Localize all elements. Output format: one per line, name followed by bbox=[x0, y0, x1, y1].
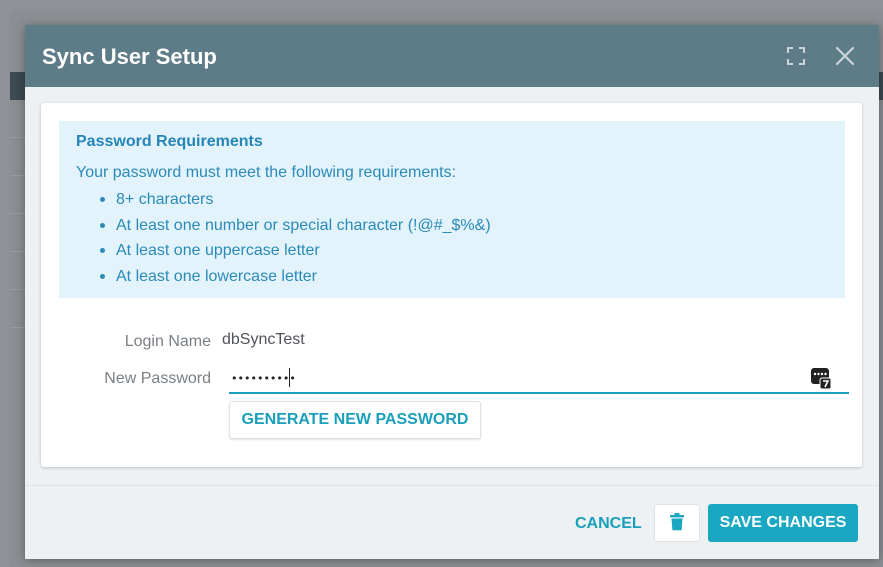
password-requirements-box: Password Requirements Your password must… bbox=[59, 121, 845, 298]
close-icon[interactable] bbox=[834, 45, 856, 67]
expand-icon[interactable] bbox=[785, 45, 807, 67]
login-name-label: Login Name bbox=[124, 333, 211, 350]
save-changes-button[interactable]: SAVE CHANGES bbox=[708, 504, 858, 542]
new-password-label: New Password bbox=[104, 370, 211, 387]
requirements-title: Password Requirements bbox=[76, 133, 263, 150]
requirement-item: At least one number or special character… bbox=[100, 216, 491, 242]
sync-user-setup-dialog: Sync User Setup Password Requirements Yo… bbox=[25, 25, 879, 559]
login-name-value: dbSyncTest bbox=[222, 331, 305, 348]
text-caret bbox=[289, 368, 290, 387]
password-manager-icon[interactable] bbox=[810, 366, 832, 390]
delete-button[interactable] bbox=[654, 504, 700, 542]
requirements-intro: Your password must meet the following re… bbox=[76, 164, 457, 181]
form-card: Password Requirements Your password must… bbox=[41, 103, 862, 467]
requirements-list: 8+ characters At least one number or spe… bbox=[100, 190, 491, 293]
trash-icon bbox=[670, 512, 684, 534]
dialog-footer: CANCEL SAVE CHANGES bbox=[25, 485, 879, 559]
cancel-button[interactable]: CANCEL bbox=[569, 511, 648, 537]
requirement-item: At least one uppercase letter bbox=[100, 241, 491, 267]
dialog-title: Sync User Setup bbox=[42, 44, 217, 69]
requirement-item: 8+ characters bbox=[100, 190, 491, 216]
requirement-item: At least one lowercase letter bbox=[100, 267, 491, 293]
dialog-header: Sync User Setup bbox=[25, 25, 879, 87]
generate-password-button[interactable]: GENERATE NEW PASSWORD bbox=[229, 401, 481, 439]
new-password-input[interactable] bbox=[229, 364, 849, 394]
